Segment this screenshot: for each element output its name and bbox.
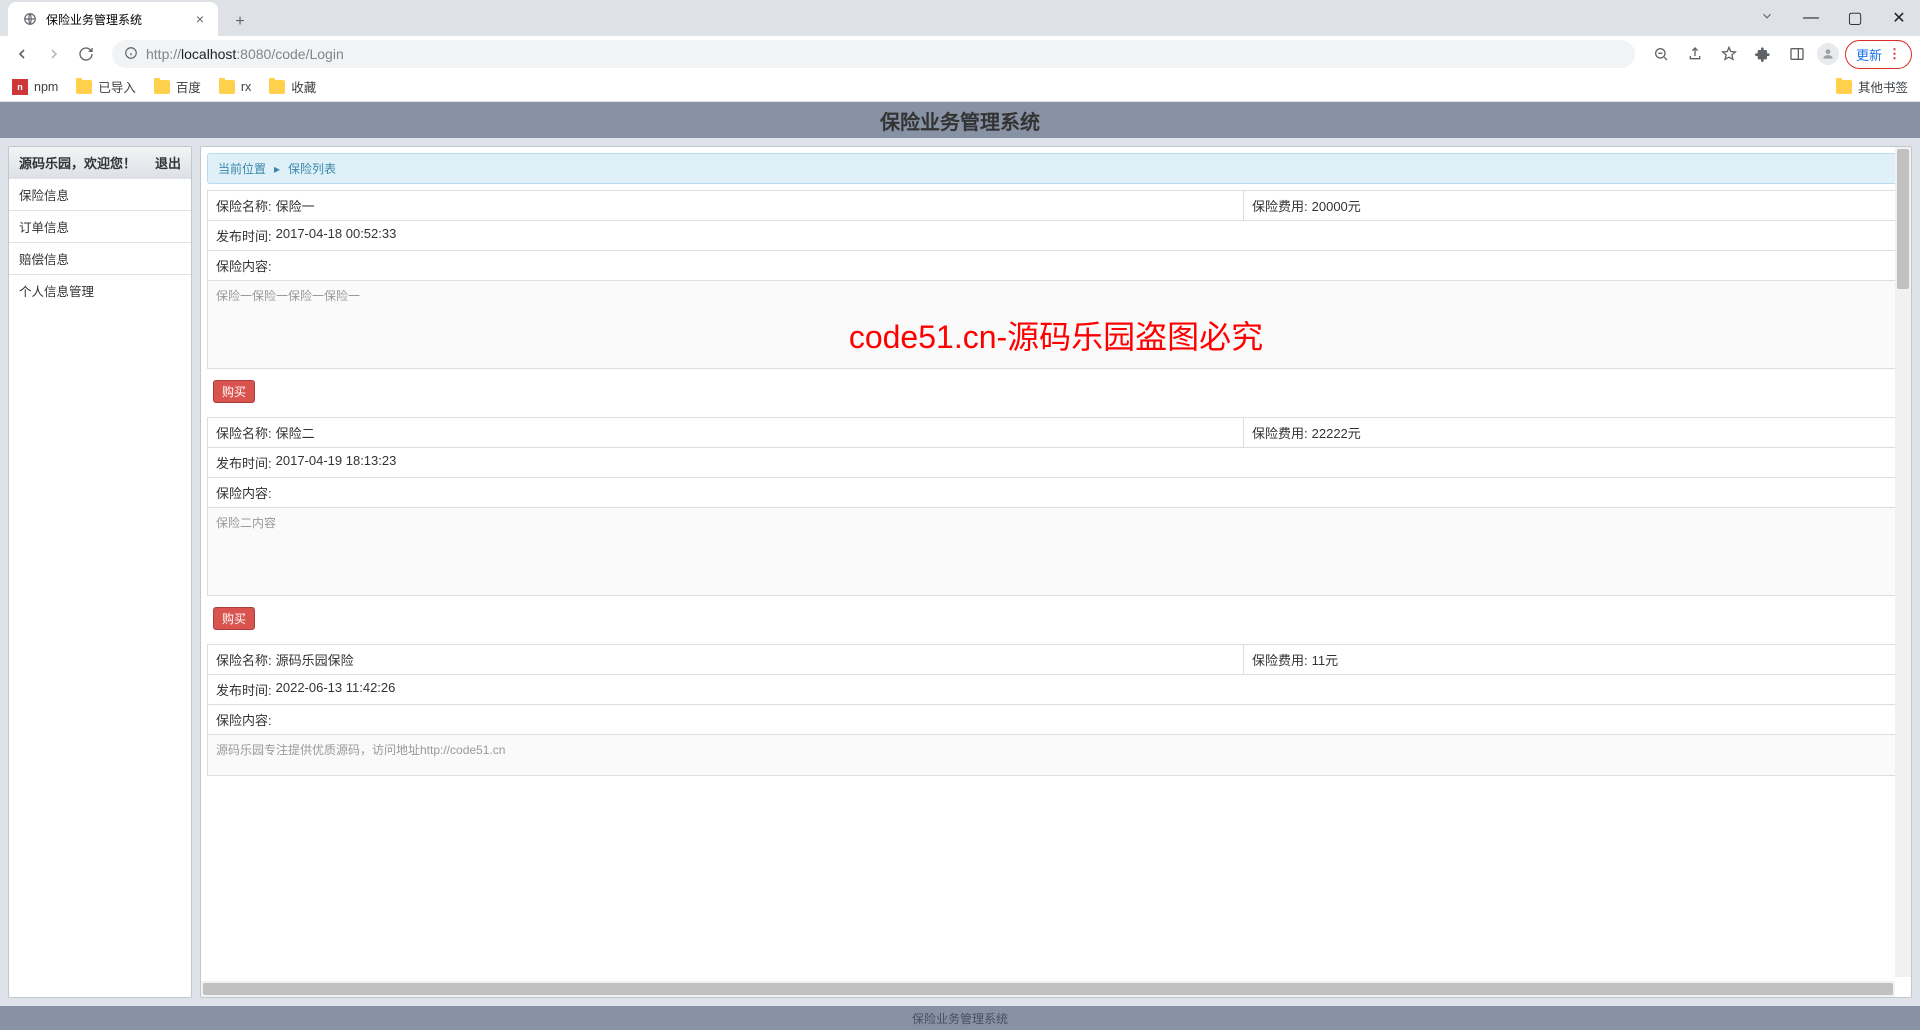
insurance-item: 保险名称:保险二 保险费用:22222元 发布时间:2017-04-19 18:… bbox=[207, 417, 1905, 638]
update-label: 更新 bbox=[1856, 45, 1882, 64]
bookmark-imported[interactable]: 已导入 bbox=[76, 77, 136, 96]
bookmark-npm[interactable]: nnpm bbox=[12, 79, 58, 95]
sidebar: 源码乐园，欢迎您！ 退出 保险信息 订单信息 赔偿信息 个人信息管理 bbox=[8, 146, 192, 998]
publish-value: 2017-04-19 18:13:23 bbox=[276, 453, 397, 472]
app-footer: 保险业务管理系统 bbox=[0, 1006, 1920, 1030]
main-panel: code51.cn-源码乐园盗图必究 当前位置 ▸ 保险列表 保险名称:保险一 … bbox=[200, 146, 1912, 998]
fee-value: 20000元 bbox=[1312, 196, 1361, 215]
content-label: 保险内容: bbox=[216, 256, 272, 275]
logout-link[interactable]: 退出 bbox=[155, 153, 181, 172]
name-value: 保险二 bbox=[276, 423, 315, 442]
scroll-thumb[interactable] bbox=[1897, 149, 1909, 289]
new-tab-button[interactable]: + bbox=[226, 8, 254, 36]
sidebar-item-orders[interactable]: 订单信息 bbox=[9, 210, 191, 242]
welcome-text: 源码乐园，欢迎您！ bbox=[19, 153, 136, 172]
chevron-right-icon: ▸ bbox=[274, 162, 280, 176]
fee-value: 22222元 bbox=[1312, 423, 1361, 442]
profile-avatar[interactable] bbox=[1817, 43, 1839, 65]
fee-label: 保险费用: bbox=[1252, 196, 1308, 215]
buy-button[interactable]: 购买 bbox=[213, 607, 255, 630]
content-textarea[interactable] bbox=[207, 508, 1905, 596]
npm-icon: n bbox=[12, 79, 28, 95]
tab-title: 保险业务管理系统 bbox=[46, 11, 142, 28]
bookmark-favorites[interactable]: 收藏 bbox=[269, 77, 316, 96]
content-label: 保险内容: bbox=[216, 483, 272, 502]
browser-tab[interactable]: 保险业务管理系统 × bbox=[8, 2, 218, 36]
extensions-icon[interactable] bbox=[1749, 40, 1777, 68]
zoom-icon[interactable] bbox=[1647, 40, 1675, 68]
vertical-scrollbar[interactable] bbox=[1895, 147, 1911, 977]
content-textarea[interactable] bbox=[207, 735, 1905, 776]
tab-bar: 保险业务管理系统 × + — ▢ ✕ bbox=[0, 0, 1920, 36]
content-label: 保险内容: bbox=[216, 710, 272, 729]
scroll-thumb[interactable] bbox=[203, 983, 1893, 995]
side-panel-icon[interactable] bbox=[1783, 40, 1811, 68]
star-icon[interactable] bbox=[1715, 40, 1743, 68]
globe-icon bbox=[22, 11, 38, 27]
breadcrumb-root[interactable]: 当前位置 bbox=[218, 160, 266, 177]
bookmark-rx[interactable]: rx bbox=[219, 80, 251, 94]
publish-label: 发布时间: bbox=[216, 453, 272, 472]
folder-icon bbox=[269, 80, 285, 94]
forward-button[interactable] bbox=[40, 40, 68, 68]
content-textarea[interactable] bbox=[207, 281, 1905, 369]
breadcrumb-page[interactable]: 保险列表 bbox=[288, 160, 336, 177]
back-button[interactable] bbox=[8, 40, 36, 68]
folder-icon bbox=[154, 80, 170, 94]
name-label: 保险名称: bbox=[216, 196, 272, 215]
app-header: 保险业务管理系统 bbox=[0, 102, 1920, 138]
sidebar-item-profile[interactable]: 个人信息管理 bbox=[9, 274, 191, 306]
breadcrumb: 当前位置 ▸ 保险列表 bbox=[207, 153, 1905, 184]
address-bar[interactable]: http://localhost:8080/code/Login bbox=[112, 40, 1635, 68]
reload-button[interactable] bbox=[72, 40, 100, 68]
minimize-icon[interactable]: — bbox=[1798, 9, 1824, 27]
fee-label: 保险费用: bbox=[1252, 650, 1308, 669]
tab-dropdown-icon[interactable] bbox=[1754, 9, 1780, 28]
app-body: 源码乐园，欢迎您！ 退出 保险信息 订单信息 赔偿信息 个人信息管理 code5… bbox=[0, 138, 1920, 1006]
insurance-item: 保险名称:保险一 保险费用:20000元 发布时间:2017-04-18 00:… bbox=[207, 190, 1905, 411]
menu-dots-icon: ⋮ bbox=[1888, 46, 1901, 62]
maximize-icon[interactable]: ▢ bbox=[1842, 8, 1868, 28]
publish-label: 发布时间: bbox=[216, 226, 272, 245]
sidebar-header: 源码乐园，欢迎您！ 退出 bbox=[9, 147, 191, 178]
fee-label: 保险费用: bbox=[1252, 423, 1308, 442]
sidebar-item-claims[interactable]: 赔偿信息 bbox=[9, 242, 191, 274]
folder-icon bbox=[219, 80, 235, 94]
other-bookmarks[interactable]: 其他书签 bbox=[1836, 77, 1908, 96]
sidebar-item-insurance[interactable]: 保险信息 bbox=[9, 178, 191, 210]
url-text: http://localhost:8080/code/Login bbox=[146, 46, 344, 62]
folder-icon bbox=[76, 80, 92, 94]
publish-label: 发布时间: bbox=[216, 680, 272, 699]
update-button[interactable]: 更新 ⋮ bbox=[1845, 40, 1912, 69]
app-title: 保险业务管理系统 bbox=[880, 106, 1040, 135]
site-info-icon[interactable] bbox=[124, 46, 138, 63]
share-icon[interactable] bbox=[1681, 40, 1709, 68]
window-controls: — ▢ ✕ bbox=[1754, 0, 1920, 36]
name-value: 保险一 bbox=[276, 196, 315, 215]
close-window-icon[interactable]: ✕ bbox=[1886, 8, 1912, 28]
fee-value: 11元 bbox=[1312, 650, 1339, 669]
publish-value: 2022-06-13 11:42:26 bbox=[276, 680, 396, 699]
buy-button[interactable]: 购买 bbox=[213, 380, 255, 403]
browser-chrome: 保险业务管理系统 × + — ▢ ✕ http://localhost:8080… bbox=[0, 0, 1920, 102]
name-label: 保险名称: bbox=[216, 650, 272, 669]
folder-icon bbox=[1836, 80, 1852, 94]
publish-value: 2017-04-18 00:52:33 bbox=[276, 226, 397, 245]
browser-toolbar: http://localhost:8080/code/Login 更新 ⋮ bbox=[0, 36, 1920, 72]
name-value: 源码乐园保险 bbox=[276, 650, 354, 669]
insurance-item: 保险名称:源码乐园保险 保险费用:11元 发布时间:2022-06-13 11:… bbox=[207, 644, 1905, 785]
footer-text: 保险业务管理系统 bbox=[912, 1010, 1008, 1027]
bookmark-baidu[interactable]: 百度 bbox=[154, 77, 201, 96]
name-label: 保险名称: bbox=[216, 423, 272, 442]
tab-close-icon[interactable]: × bbox=[196, 11, 204, 27]
bookmarks-bar: nnpm 已导入 百度 rx 收藏 其他书签 bbox=[0, 72, 1920, 102]
horizontal-scrollbar[interactable] bbox=[201, 981, 1895, 997]
